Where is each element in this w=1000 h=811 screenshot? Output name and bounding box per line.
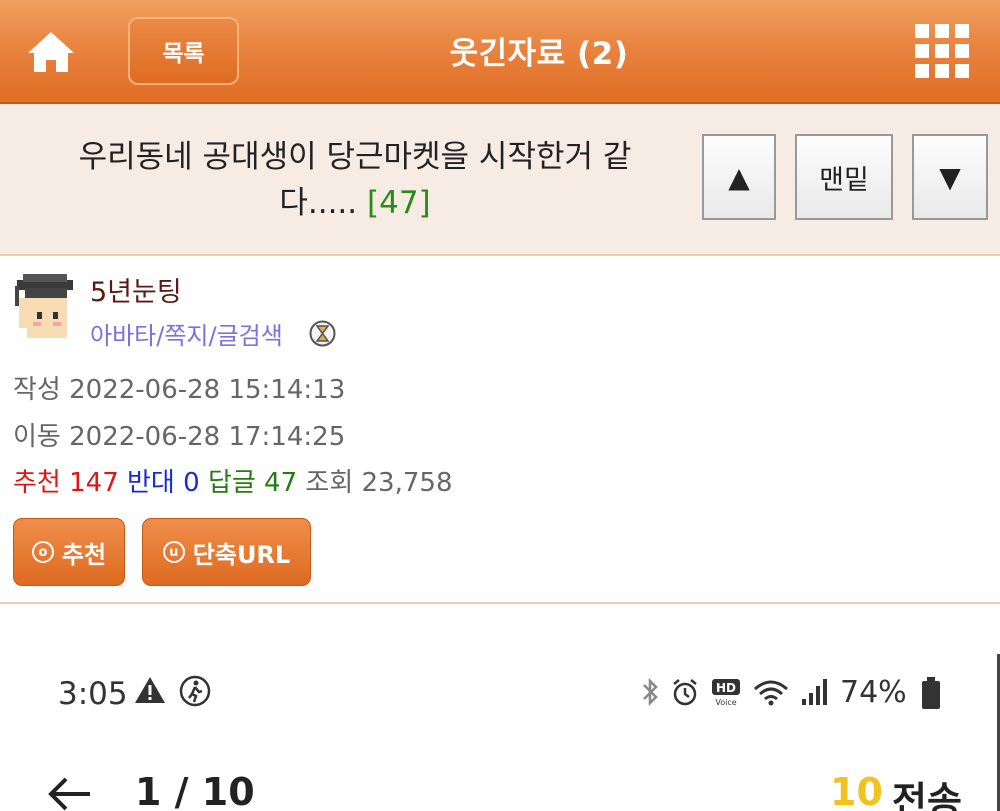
warning-icon	[133, 675, 167, 705]
wifi-icon	[754, 680, 788, 706]
hd-voice-icon: HD Voice	[712, 679, 740, 707]
top-header: 목록 웃긴자료 (2)	[0, 0, 1000, 104]
written-date: 작성 2022-06-28 15:14:13	[13, 369, 345, 406]
status-icons: HD Voice 74%	[640, 674, 907, 710]
oppose-label: 반대	[127, 468, 175, 498]
back-arrow-icon	[46, 774, 92, 811]
short-url-button[interactable]: u 단축URL	[142, 518, 311, 586]
views-label: 조회	[305, 468, 354, 498]
views-count: 23,758	[361, 468, 453, 498]
svg-text:Voice: Voice	[715, 698, 736, 707]
post-stats: 추천 147 반대 0 답글 47 조회 23,758	[13, 462, 453, 499]
recommend-label: 추천	[13, 468, 61, 498]
battery-percent: 74%	[840, 674, 907, 710]
moved-value: 2022-06-28 17:14:25	[69, 422, 346, 452]
recommend-button[interactable]: o 추천	[13, 518, 125, 586]
hourglass-badge-icon	[309, 320, 336, 347]
status-time: 3:05	[58, 676, 128, 712]
scroll-bottom-button[interactable]: 맨밑	[795, 134, 893, 220]
send-count: 10	[830, 770, 883, 811]
short-url-button-label: 단축URL	[192, 540, 291, 569]
comment-count: [47]	[367, 185, 431, 221]
recommend-button-label: 추천	[61, 540, 107, 569]
written-label: 작성	[13, 375, 61, 405]
oppose-count: 0	[183, 468, 200, 498]
scroll-down-button[interactable]: ▼	[912, 134, 988, 220]
grid-menu-icon[interactable]	[915, 24, 969, 78]
alarm-icon	[673, 679, 697, 706]
reply-count: 47	[264, 468, 298, 498]
send-label: 전송	[892, 779, 962, 811]
written-value: 2022-06-28 15:14:13	[69, 375, 346, 405]
recommend-count: 147	[69, 468, 119, 498]
recommend-icon: o	[31, 541, 54, 563]
author-name[interactable]: 5년눈팅	[90, 270, 182, 309]
reply-label: 답글	[207, 468, 256, 498]
moved-label: 이동	[13, 422, 61, 452]
scroll-up-button[interactable]: ▲	[702, 134, 776, 220]
board-title: 웃긴자료 (2)	[449, 36, 629, 72]
svg-text:HD: HD	[716, 681, 736, 695]
post-title[interactable]: 우리동네 공대생이 당근마켓을 시작한거 같다..... [47]	[40, 134, 670, 226]
walking-icon	[178, 674, 212, 708]
short-url-icon: u	[162, 541, 185, 563]
battery-icon	[921, 676, 941, 710]
post-title-text: 우리동네 공대생이 당근마켓을 시작한거 같다.....	[78, 139, 632, 221]
signal-icon	[802, 679, 827, 705]
post-title-bar: 우리동네 공대생이 당근마켓을 시작한거 같다..... [47] ▲ 맨밑 ▼	[0, 104, 1000, 256]
image-pager: 1 / 10	[135, 770, 255, 811]
graduate-avatar-icon[interactable]	[13, 272, 77, 342]
author-links[interactable]: 아바타/쪽지/글검색	[90, 316, 283, 351]
post-image: 3:05 HD Voice 74% 1 / 10 10 전송	[0, 604, 1000, 811]
bluetooth-icon	[643, 677, 658, 707]
moved-date: 이동 2022-06-28 17:14:25	[13, 416, 345, 453]
